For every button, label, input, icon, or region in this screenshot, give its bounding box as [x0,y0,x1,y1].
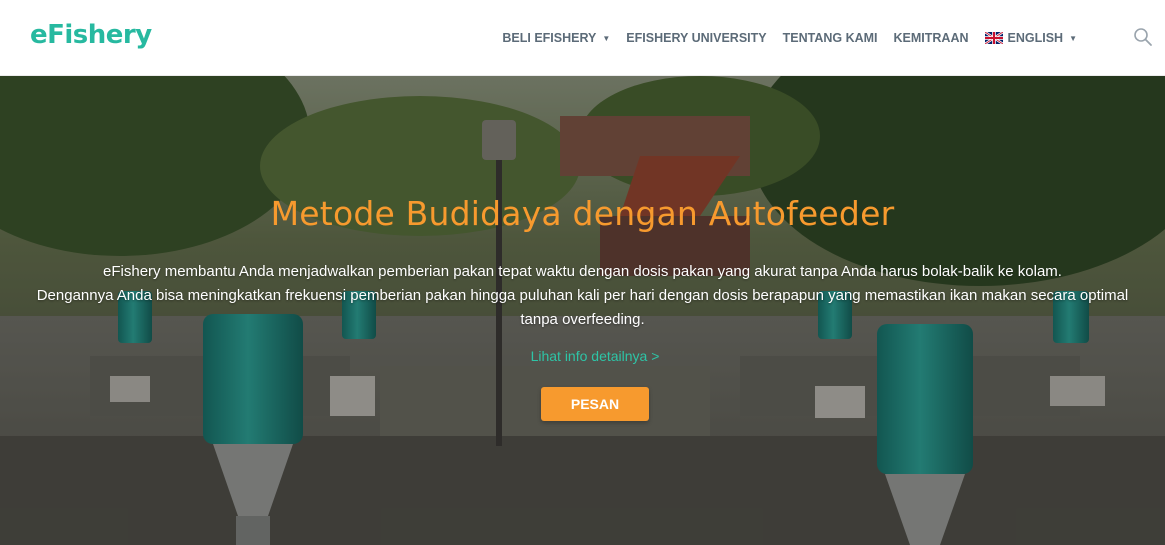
nav-item-label: TENTANG KAMI [782,31,878,45]
hero-description-line2: Dengannya Anda bisa meningkatkan frekuen… [36,287,1129,328]
nav-item-tentang-kami[interactable]: TENTANG KAMI [775,31,886,45]
language-selector[interactable]: ENGLISH ▼ [977,31,1085,45]
site-header: eFishery BELI EFISHERY ▼ EFISHERY UNIVER… [0,0,1165,76]
nav-item-label: BELI EFISHERY [502,31,597,45]
hero-description: eFishery membantu Anda menjadwalkan pemb… [30,260,1135,332]
nav-item-efishery-university[interactable]: EFISHERY UNIVERSITY [618,31,774,45]
caret-down-icon: ▼ [1069,33,1077,43]
uk-flag-icon [984,32,1003,44]
language-label: ENGLISH [1007,31,1064,45]
efishery-logo[interactable]: eFishery [30,20,152,50]
main-nav: BELI EFISHERY ▼ EFISHERY UNIVERSITY TENT… [494,0,1085,76]
hero-section: Metode Budidaya dengan Autofeeder eFishe… [0,76,1165,545]
caret-down-icon: ▼ [602,33,611,43]
nav-item-beli-efishery[interactable]: BELI EFISHERY ▼ [494,31,618,45]
order-button[interactable]: PESAN [541,387,649,421]
search-icon[interactable] [1133,27,1153,47]
detail-info-link[interactable]: Lihat info detailnya > [0,348,1165,364]
hero-title: Metode Budidaya dengan Autofeeder [270,194,895,233]
nav-item-label: KEMITRAAN [893,31,969,45]
nav-item-kemitraan[interactable]: KEMITRAAN [886,31,977,45]
hero-description-line1: eFishery membantu Anda menjadwalkan pemb… [103,263,1062,280]
nav-item-label: EFISHERY UNIVERSITY [626,31,767,45]
